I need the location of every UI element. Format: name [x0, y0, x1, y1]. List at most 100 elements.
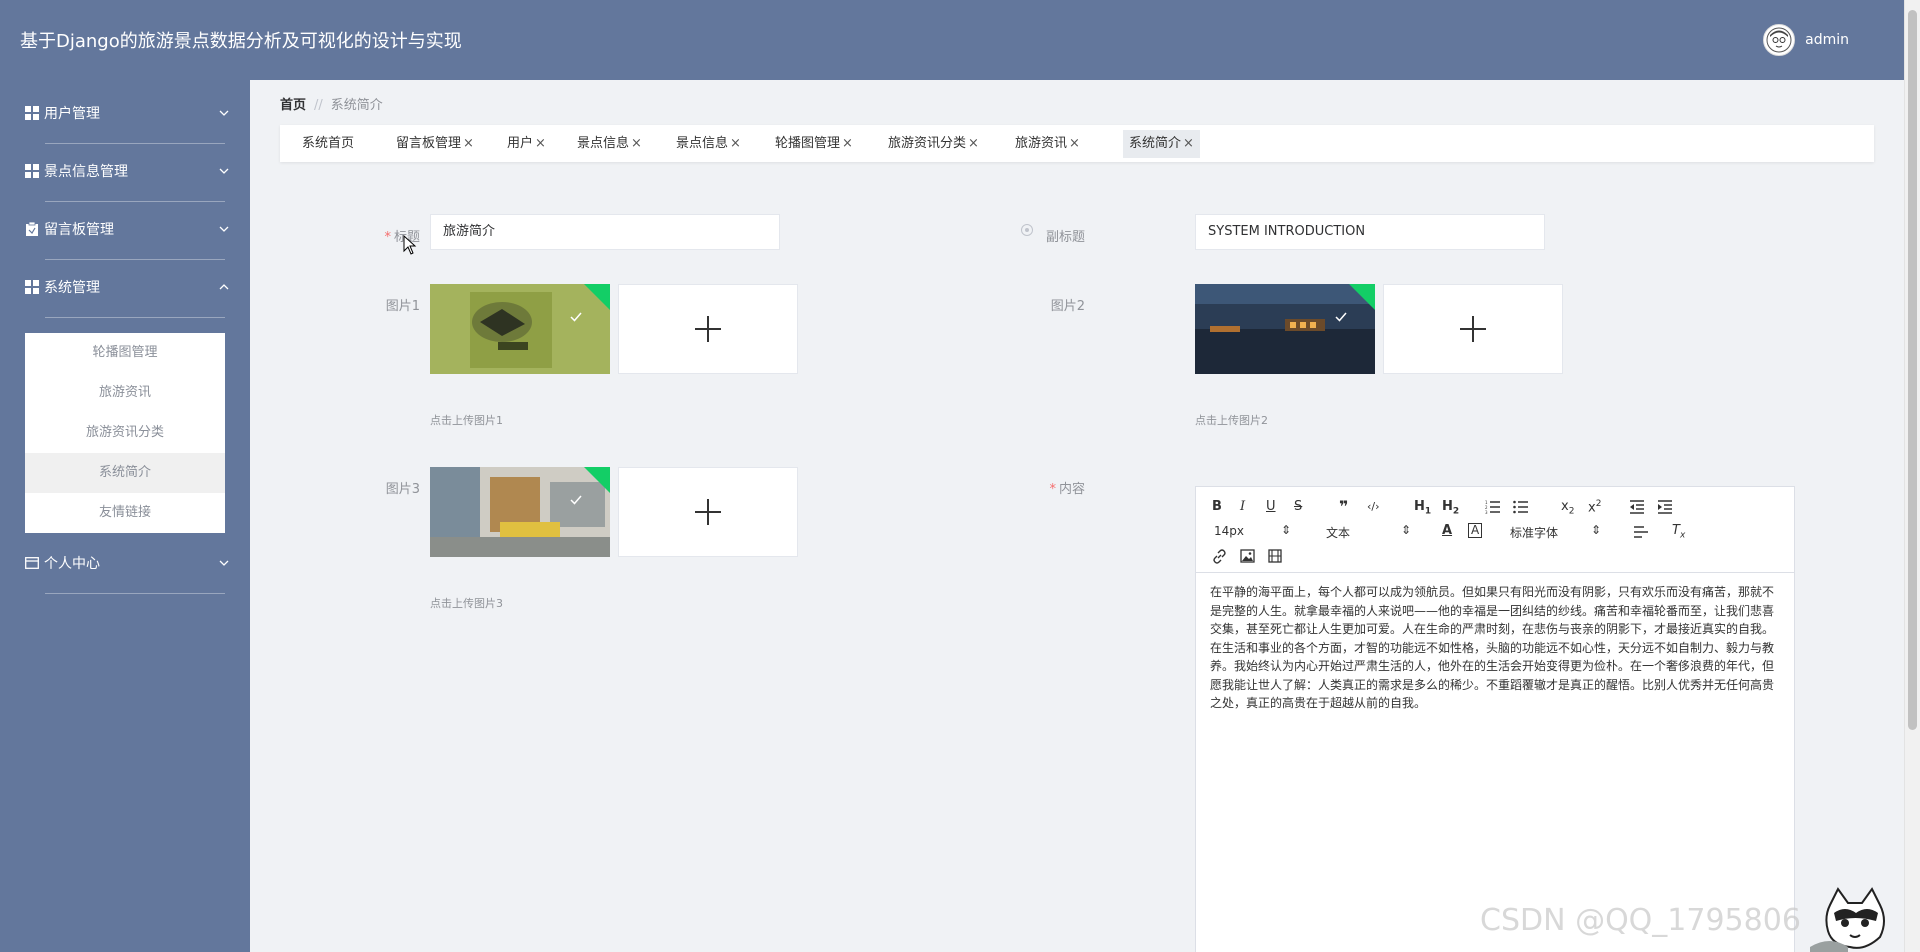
grid-icon: [25, 164, 39, 178]
background-color-icon[interactable]: A: [1468, 523, 1483, 538]
picture2-thumbnail[interactable]: [1195, 284, 1375, 374]
sidebar-item-system-management[interactable]: 系统管理: [0, 258, 250, 316]
tab-system-intro[interactable]: 系统简介 ×: [1123, 130, 1200, 158]
sidebar-item-scenic-info[interactable]: 景点信息管理: [0, 142, 250, 200]
close-icon[interactable]: ×: [535, 136, 546, 151]
page-scrollbar[interactable]: [1904, 0, 1920, 952]
superscript-icon[interactable]: x2: [1588, 499, 1601, 515]
grid-icon: [25, 280, 39, 294]
font-family-select[interactable]: 标准字体: [1510, 524, 1558, 541]
close-icon[interactable]: ×: [463, 136, 474, 151]
night-lake-image: [1195, 284, 1375, 374]
plus-icon: [695, 499, 721, 525]
code-icon[interactable]: ‹/›: [1367, 500, 1380, 513]
submenu-item-carousel[interactable]: 轮播图管理: [25, 333, 225, 373]
tab-system-home[interactable]: 系统首页: [296, 130, 360, 158]
subscript-icon[interactable]: x2: [1561, 499, 1574, 517]
breadcrumb-home[interactable]: 首页: [280, 98, 306, 113]
check-icon: [570, 495, 582, 505]
tab-label: 轮播图管理: [775, 136, 841, 151]
tab-news-category[interactable]: 旅游资讯分类 ×: [882, 130, 985, 158]
close-icon[interactable]: ×: [1069, 136, 1080, 151]
close-icon[interactable]: ×: [730, 136, 741, 151]
cat-sticker-icon: [1810, 887, 1885, 952]
rich-text-editor[interactable]: B I U S ❞ ‹/› H1 H2 123 x2 x2 14px ⇕ 文本 …: [1195, 486, 1795, 952]
picture1-thumbnail[interactable]: [430, 284, 610, 374]
scrollbar-thumb[interactable]: [1908, 10, 1917, 730]
editor-toolbar: B I U S ❞ ‹/› H1 H2 123 x2 x2 14px ⇕ 文本 …: [1196, 487, 1794, 573]
sidebar-item-label: 用户管理: [44, 106, 100, 122]
italic-icon[interactable]: I: [1240, 499, 1245, 514]
clear-format-icon[interactable]: Tx: [1672, 523, 1685, 541]
close-icon[interactable]: ×: [631, 136, 642, 151]
user-area[interactable]: admin: [1763, 24, 1849, 56]
picture2-upload-button[interactable]: [1383, 284, 1563, 374]
editor-content[interactable]: 在平静的海平面上，每个人都可以成为领航员。但如果只有阳光而没有阴影，只有欢乐而没…: [1196, 573, 1794, 723]
picture1-upload-button[interactable]: [618, 284, 798, 374]
underline-icon[interactable]: U: [1266, 499, 1276, 514]
sidebar-item-label: 景点信息管理: [44, 164, 128, 180]
office-interior-image: [430, 467, 610, 557]
chevron-down-icon: [219, 226, 229, 232]
image-icon[interactable]: [1240, 549, 1255, 563]
top-header: 基于Django的旅游景点数据分析及可视化的设计与实现 admin: [0, 0, 1904, 80]
tab-label: 系统首页: [302, 136, 355, 151]
upload-success-badge: [1349, 284, 1375, 310]
grid-icon: [25, 106, 39, 120]
tab-scenic-info-2[interactable]: 景点信息 ×: [670, 130, 747, 158]
picture3-upload-button[interactable]: [618, 467, 798, 557]
picture3-hint: 点击上传图片3: [430, 597, 503, 610]
align-icon[interactable]: [1633, 525, 1649, 539]
close-icon[interactable]: ×: [842, 136, 853, 151]
avatar[interactable]: [1763, 24, 1796, 56]
outdent-icon[interactable]: [1629, 500, 1645, 514]
check-icon: [570, 312, 582, 322]
heading2-icon[interactable]: H2: [1442, 499, 1459, 517]
sidebar-item-user-management[interactable]: 用户管理: [0, 84, 250, 142]
submenu-item-friend-links[interactable]: 友情链接: [25, 493, 225, 533]
indent-icon[interactable]: [1657, 500, 1673, 514]
heading1-icon[interactable]: H1: [1414, 499, 1431, 517]
strikethrough-icon[interactable]: S: [1294, 499, 1302, 514]
submenu-item-travel-news[interactable]: 旅游资讯: [25, 373, 225, 413]
upload-success-badge: [584, 284, 610, 310]
font-size-select[interactable]: 14px: [1214, 524, 1244, 538]
tab-user[interactable]: 用户 ×: [501, 130, 552, 158]
font-color-icon[interactable]: A: [1442, 523, 1452, 538]
sidebar-item-label: 个人中心: [44, 556, 100, 572]
submenu-item-system-intro[interactable]: 系统简介: [25, 453, 225, 493]
quote-icon[interactable]: ❞: [1339, 497, 1348, 516]
title-input[interactable]: 旅游简介: [430, 214, 780, 250]
dropdown-arrows-icon: ⇕: [1281, 523, 1292, 537]
picture3-thumbnail[interactable]: [430, 467, 610, 557]
breadcrumb: 首页 // 系统简介: [280, 94, 383, 113]
submenu-item-news-category[interactable]: 旅游资讯分类: [25, 413, 225, 453]
avatar-icon: [1766, 27, 1792, 53]
upload-success-badge: [584, 467, 610, 493]
subtitle-input[interactable]: SYSTEM INTRODUCTION: [1195, 214, 1545, 250]
bullet-list-icon[interactable]: [1513, 500, 1529, 514]
link-icon[interactable]: [1212, 549, 1227, 564]
username[interactable]: admin: [1805, 32, 1849, 48]
sidebar-item-label: 留言板管理: [44, 222, 114, 238]
tab-travel-news[interactable]: 旅游资讯 ×: [1009, 130, 1086, 158]
text-type-select[interactable]: 文本: [1326, 524, 1350, 541]
breadcrumb-separator: //: [314, 98, 323, 113]
app-title: 基于Django的旅游景点数据分析及可视化的设计与实现: [20, 31, 462, 52]
bold-icon[interactable]: B: [1212, 499, 1222, 514]
tab-message-board[interactable]: 留言板管理 ×: [390, 130, 480, 158]
clipboard-icon: [26, 222, 38, 236]
tab-scenic-info-1[interactable]: 景点信息 ×: [571, 130, 648, 158]
chevron-up-icon: [219, 284, 229, 290]
menu-divider: [45, 593, 225, 594]
sidebar-item-personal-center[interactable]: 个人中心: [0, 534, 250, 592]
tab-carousel[interactable]: 轮播图管理 ×: [769, 130, 859, 158]
svg-text:3: 3: [1485, 510, 1488, 514]
close-icon[interactable]: ×: [968, 136, 979, 151]
tab-label: 系统简介: [1129, 136, 1182, 151]
tab-label: 留言板管理: [396, 136, 462, 151]
video-icon[interactable]: [1268, 549, 1282, 563]
close-icon[interactable]: ×: [1183, 136, 1194, 151]
sidebar-item-message-board[interactable]: 留言板管理: [0, 200, 250, 258]
ordered-list-icon[interactable]: 123: [1485, 500, 1501, 514]
